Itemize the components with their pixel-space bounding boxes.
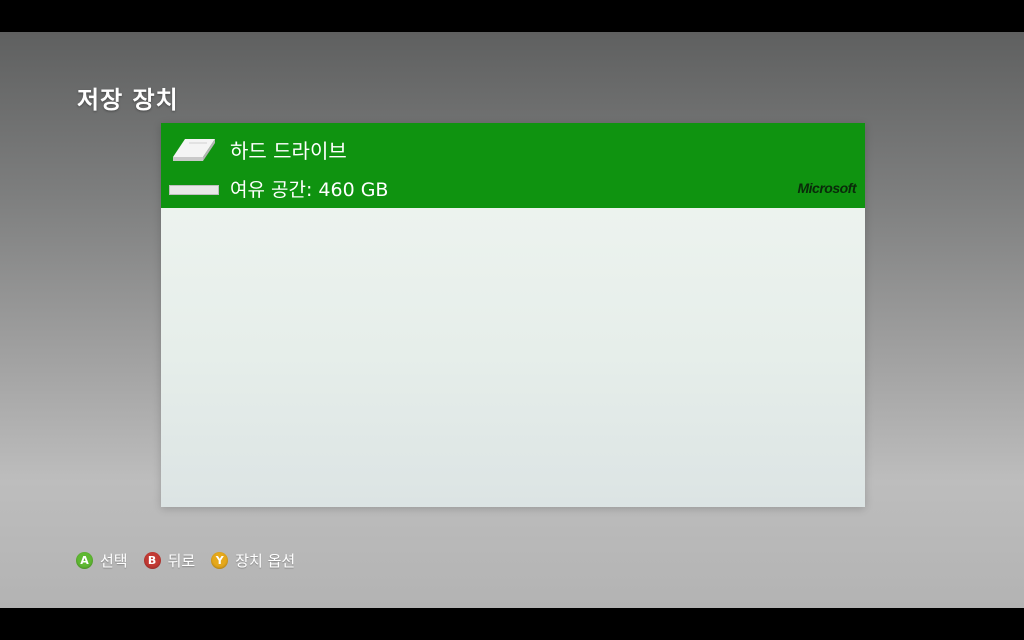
storage-usage-fill [170, 186, 218, 194]
back-hint[interactable]: B 뒤로 [143, 550, 196, 571]
b-button-icon: B [143, 552, 161, 569]
storage-device-list: 하드 드라이브 여유 공간: 460 GB Microsoft [161, 123, 865, 507]
microsoft-logo: Microsoft [797, 180, 857, 196]
a-button-icon: A [76, 552, 93, 569]
device-free-space: 여유 공간: 460 GB [230, 179, 389, 201]
storage-usage-bar [169, 185, 219, 195]
device-item-hard-drive[interactable]: 하드 드라이브 여유 공간: 460 GB Microsoft [161, 123, 865, 208]
device-options-hint[interactable]: Y 장치 옵션 [211, 550, 295, 571]
controller-hints: A 선택 B 뒤로 Y 장치 옵션 [76, 550, 311, 571]
select-hint-label: 선택 [100, 552, 128, 570]
back-hint-label: 뒤로 [167, 552, 196, 570]
device-options-hint-label: 장치 옵션 [235, 552, 296, 570]
select-hint[interactable]: A 선택 [76, 550, 128, 571]
page-title: 저장 장치 [77, 86, 179, 114]
dashboard-screen: 저장 장치 하드 드라이브 여유 공간: 460 GB Microsoft A … [0, 32, 1024, 608]
hard-drive-icon [173, 139, 215, 161]
device-name: 하드 드라이브 [230, 139, 347, 163]
y-button-icon: Y [211, 552, 229, 569]
